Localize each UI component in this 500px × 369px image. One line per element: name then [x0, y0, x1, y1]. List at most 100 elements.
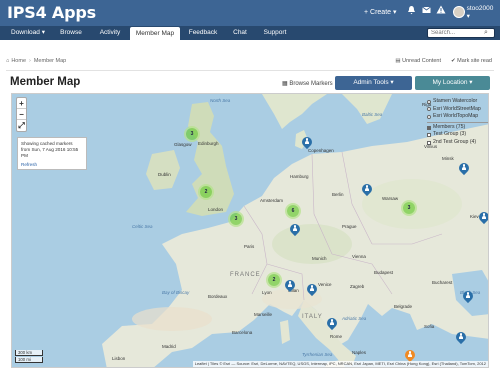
user-icon	[461, 164, 467, 171]
overlay-label: Test Group (3)	[433, 131, 467, 138]
member-pin[interactable]	[359, 181, 375, 198]
overlay-label: 2nd Test Group (4)	[433, 138, 477, 145]
nav-browse[interactable]: Browse	[56, 26, 86, 40]
user-menu[interactable]: stoo2000 ▾	[453, 5, 497, 20]
sea-label: Tyrrhenian Sea	[302, 352, 333, 357]
user-icon	[309, 285, 315, 292]
city-label: Barcelona	[232, 330, 253, 335]
city-label: Glasgow	[174, 142, 192, 147]
member-pin[interactable]	[460, 288, 476, 305]
city-label: London	[208, 207, 224, 212]
overlay-label: Members (75)	[433, 123, 466, 130]
nav-member-map[interactable]: Member Map	[130, 27, 180, 40]
warning-icon[interactable]	[436, 5, 446, 16]
cache-notice: Showing cached markers from Sun, 7 Aug 2…	[17, 137, 87, 170]
mail-icon[interactable]	[421, 5, 431, 16]
nav-download[interactable]: Download ▾	[6, 26, 50, 40]
refresh-link[interactable]: Refresh	[21, 162, 83, 168]
divider	[6, 70, 494, 71]
city-label: Lisbon	[112, 356, 126, 361]
sea-label: Adriatic Sea	[342, 316, 367, 321]
country-label: ITALY	[302, 314, 323, 320]
user-icon	[465, 292, 471, 299]
overlay-members[interactable]: Members (75)	[427, 123, 488, 132]
zoom-in-button[interactable]: +	[17, 98, 26, 109]
marker-cluster[interactable]: 3	[230, 213, 242, 225]
search-icon[interactable]: ⌕	[484, 29, 488, 37]
city-label: Minsk	[442, 156, 454, 161]
city-label: Warsaw	[382, 196, 399, 201]
breadcrumb-home[interactable]: ⌂ Home	[6, 58, 26, 64]
map-attribution: Leaflet | Tiles © Esri — Source: Esri, D…	[192, 361, 488, 367]
member-map[interactable]: + − ⤢ Showing cached markers from Sun, 7…	[11, 93, 489, 368]
city-label: Paris	[244, 244, 255, 249]
home-icon: ⌂	[6, 58, 10, 64]
mark-site-read-label: Mark site read	[457, 58, 492, 64]
city-label: Hamburg	[290, 174, 309, 179]
member-pin[interactable]	[476, 209, 488, 226]
marker-cluster[interactable]: 3	[186, 128, 198, 140]
city-label: Berlin	[332, 192, 344, 197]
admin-tools-button[interactable]: Admin Tools ▾	[335, 76, 412, 90]
radio-icon	[427, 114, 431, 119]
user-icon	[481, 213, 487, 220]
browse-markers-link[interactable]: ▦ Browse Markers	[282, 80, 333, 87]
unread-content-link[interactable]: ▤ Unread Content	[395, 58, 441, 64]
city-label: Munich	[312, 256, 327, 261]
layer-label: Stamen Watercolor	[433, 98, 478, 104]
user-icon	[364, 185, 370, 192]
layer-esri-worldtopomap[interactable]: Esri WorldTopoMap	[427, 113, 488, 121]
city-label: Riga	[422, 102, 432, 107]
member-pin[interactable]	[287, 221, 303, 238]
nav-activity[interactable]: Activity	[92, 26, 128, 40]
nav-feedback[interactable]: Feedback	[184, 26, 222, 40]
city-label: Prague	[342, 224, 357, 229]
marker-cluster[interactable]: 2	[268, 274, 280, 286]
member-pin[interactable]	[299, 134, 315, 151]
fullscreen-button[interactable]: ⤢	[17, 120, 26, 131]
city-label: Marseille	[254, 312, 273, 317]
marker-cluster[interactable]: 6	[287, 205, 299, 217]
mark-site-read-link[interactable]: ✔ Mark site read	[451, 58, 492, 64]
nav-chat[interactable]: Chat	[228, 26, 252, 40]
city-label: Venice	[318, 282, 332, 287]
bell-icon[interactable]	[406, 5, 416, 16]
cache-notice-text: Showing cached markers from Sun, 7 Aug 2…	[21, 141, 79, 158]
breadcrumb-home-label: Home	[11, 58, 26, 64]
marker-cluster[interactable]: 3	[403, 202, 415, 214]
nav-support[interactable]: Support	[258, 26, 292, 40]
breadcrumb-current[interactable]: Member Map	[34, 58, 66, 64]
user-icon	[458, 333, 464, 340]
member-pin[interactable]	[304, 281, 320, 298]
zoom-out-button[interactable]: −	[17, 109, 26, 120]
breadcrumb: ⌂ Home › Member Map ▤ Unread Content ✔ M…	[6, 55, 494, 67]
scale-mi: 100 mi	[15, 357, 43, 363]
city-label: Bordeaux	[208, 294, 228, 299]
city-label: Rome	[330, 334, 343, 339]
member-pin[interactable]	[324, 315, 340, 332]
country-label: FRANCE	[230, 272, 261, 278]
city-label: Naples	[352, 350, 367, 355]
overlay-test-group[interactable]: Test Group (3)	[427, 131, 488, 139]
scale-km: 300 km	[15, 350, 43, 356]
member-pin[interactable]	[282, 277, 298, 294]
sea-label: Baltic Sea	[362, 112, 383, 117]
search-input[interactable]	[428, 29, 484, 37]
breadcrumb-separator: ›	[29, 58, 31, 64]
member-pin[interactable]	[453, 329, 469, 346]
marker-cluster[interactable]: 2	[200, 186, 212, 198]
unread-content-label: Unread Content	[402, 58, 441, 64]
my-location-button[interactable]: My Location ▾	[415, 76, 490, 90]
layer-esri-worldstreetmap[interactable]: Esri WorldStreetMap	[427, 106, 488, 114]
member-pin[interactable]	[456, 160, 472, 177]
city-label: Amsterdam	[260, 198, 284, 203]
user-icon	[287, 281, 293, 288]
layer-stamen-watercolor[interactable]: Stamen Watercolor	[427, 98, 488, 106]
app-title[interactable]: IPS4 Apps	[7, 3, 96, 22]
create-button[interactable]: + Create ▾	[364, 8, 397, 16]
map-land	[102, 94, 488, 367]
layer-label: Esri WorldTopoMap	[433, 113, 479, 120]
page-title: Member Map	[10, 76, 81, 88]
city-label: Vienna	[352, 254, 366, 259]
city-label: Edinburgh	[198, 141, 219, 146]
